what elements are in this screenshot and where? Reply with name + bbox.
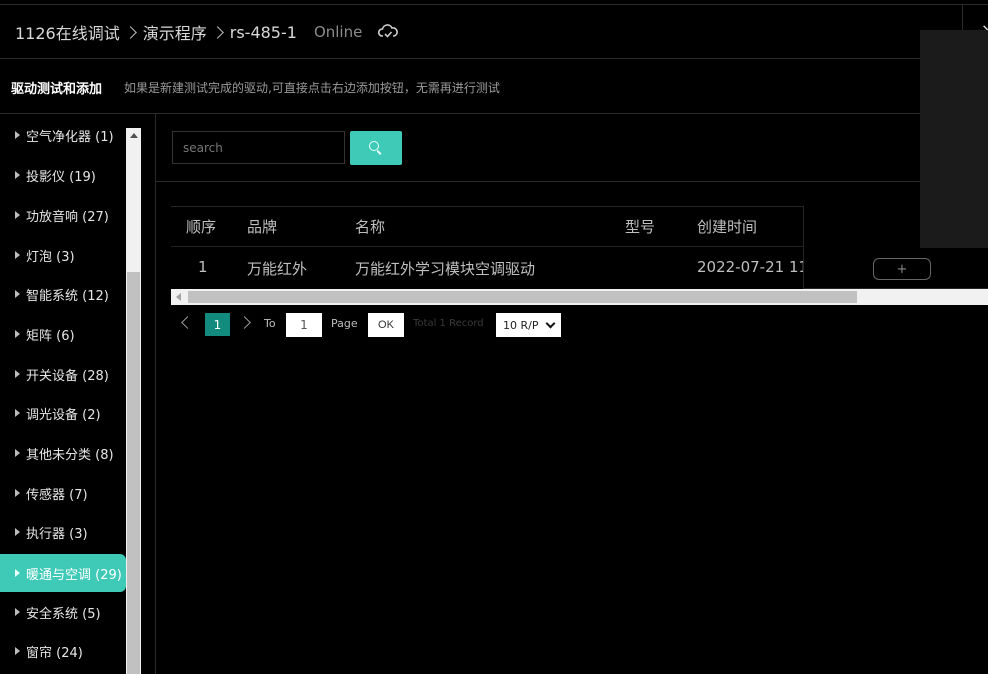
sidebar-item-smart-system[interactable]: 智能系统 (12) [0, 275, 126, 313]
sidebar-item-actuator[interactable]: 执行器 (3) [0, 513, 126, 551]
sidebar-item-other[interactable]: 其他未分类 (8) [0, 434, 126, 472]
search-input[interactable] [172, 131, 345, 164]
top-border [0, 4, 988, 5]
sidebar-item-label: 暖通与空调 (29) [26, 567, 122, 583]
sidebar-item-label: 灯泡 (3) [26, 249, 75, 265]
sidebar-item-label: 执行器 (3) [26, 526, 88, 542]
chevron-down-icon [545, 318, 556, 329]
sidebar-item-audio[interactable]: 功放音响 (27) [0, 196, 126, 234]
search-button[interactable] [350, 131, 402, 165]
page-label: Page [331, 317, 358, 330]
caret-right-icon [15, 528, 20, 536]
sidebar-item-label: 功放音响 (27) [26, 209, 109, 225]
breadcrumb-device: rs-485-1 [229, 22, 297, 42]
page-size-value: 10 R/P [503, 318, 539, 332]
sidebar-item-projector[interactable]: 投影仪 (19) [0, 156, 126, 194]
page-number-current[interactable]: 1 [205, 313, 230, 336]
sidebar-item-hvac[interactable]: 暖通与空调 (29) [0, 554, 126, 592]
sidebar-item-label: 窗帘 (24) [26, 645, 83, 661]
divider [156, 181, 988, 182]
cloud-sync-icon[interactable] [378, 22, 399, 42]
cell-brand: 万能红外 [247, 260, 308, 278]
breadcrumb-project[interactable]: 1126在线调试 [15, 20, 120, 44]
caret-right-icon [15, 647, 20, 655]
column-header-created: 创建时间 [697, 218, 758, 236]
category-sidebar: 空气净化器 (1) 投影仪 (19) 功放音响 (27) 灯泡 (3) 智能系统… [0, 114, 143, 674]
caret-right-icon [15, 409, 20, 417]
sidebar-item-label: 调光设备 (2) [26, 407, 101, 423]
sidebar-item-curtain[interactable]: 窗帘 (24) [0, 632, 126, 670]
scroll-left-arrow-icon[interactable] [171, 289, 187, 305]
sidebar-item-label: 空气净化器 (1) [26, 129, 114, 145]
goto-page-input[interactable] [286, 313, 322, 337]
caret-right-icon [15, 489, 20, 497]
breadcrumb: 1126在线调试 演示程序 rs-485-1 Online [15, 20, 399, 44]
scroll-up-arrow-icon[interactable] [126, 128, 141, 143]
sidebar-item-bulb[interactable]: 灯泡 (3) [0, 236, 126, 274]
cell-name: 万能红外学习模块空调驱动 [355, 260, 536, 278]
sidebar-item-security[interactable]: 安全系统 (5) [0, 593, 126, 631]
caret-right-icon [15, 251, 20, 259]
page-size-select[interactable]: 10 R/P [496, 313, 561, 337]
section-description: 如果是新建测试完成的驱动,可直接点击右边添加按钮，无需再进行测试 [124, 81, 500, 95]
sidebar-item-label: 矩阵 (6) [26, 328, 75, 344]
sidebar-scrollbar-thumb[interactable] [127, 272, 140, 674]
section-title: 驱动测试和添加 [11, 82, 103, 97]
sidebar-item-matrix[interactable]: 矩阵 (6) [0, 315, 126, 353]
sidebar-item-dimmer[interactable]: 调光设备 (2) [0, 394, 126, 432]
next-page-icon[interactable] [238, 316, 251, 329]
divider [0, 113, 988, 114]
search-icon [369, 141, 379, 151]
goto-ok-button[interactable]: OK [368, 313, 404, 337]
caret-right-icon [15, 171, 20, 179]
caret-right-icon [15, 290, 20, 298]
column-header-index: 顺序 [186, 218, 217, 236]
sidebar-item-label: 其他未分类 (8) [26, 447, 114, 463]
status-text: Online [313, 23, 363, 41]
total-records: Total 1 Record [413, 318, 484, 329]
prev-page-icon[interactable] [181, 316, 194, 329]
divider [0, 58, 988, 59]
sidebar-item-label: 智能系统 (12) [26, 288, 109, 304]
column-header-model: 型号 [625, 218, 656, 236]
chevron-right-icon [123, 25, 137, 39]
column-header-brand: 品牌 [247, 218, 278, 236]
caret-right-icon [15, 370, 20, 378]
caret-right-icon [15, 608, 20, 616]
sidebar-item-air-purifier[interactable]: 空气净化器 (1) [0, 116, 126, 154]
sidebar-item-label: 安全系统 (5) [26, 606, 101, 622]
caret-right-icon [15, 569, 20, 577]
goto-label: To [264, 317, 276, 330]
column-header-name: 名称 [355, 218, 386, 236]
caret-right-icon [15, 131, 20, 139]
cell-index: 1 [198, 258, 208, 276]
sidebar-item-sensor[interactable]: 传感器 (7) [0, 474, 126, 512]
chevron-right-icon [210, 25, 224, 39]
caret-right-icon [15, 330, 20, 338]
sidebar-item-label: 投影仪 (19) [26, 169, 96, 185]
divider [155, 114, 156, 674]
caret-right-icon [15, 449, 20, 457]
table-scrollbar-thumb[interactable] [188, 291, 857, 303]
breadcrumb-program[interactable]: 演示程序 [143, 20, 207, 44]
overlay-panel [920, 30, 988, 248]
add-driver-button[interactable]: + [873, 258, 931, 280]
caret-right-icon [15, 211, 20, 219]
sidebar-item-label: 开关设备 (28) [26, 368, 109, 384]
sidebar-item-label: 传感器 (7) [26, 487, 88, 503]
sidebar-item-switch[interactable]: 开关设备 (28) [0, 355, 126, 393]
